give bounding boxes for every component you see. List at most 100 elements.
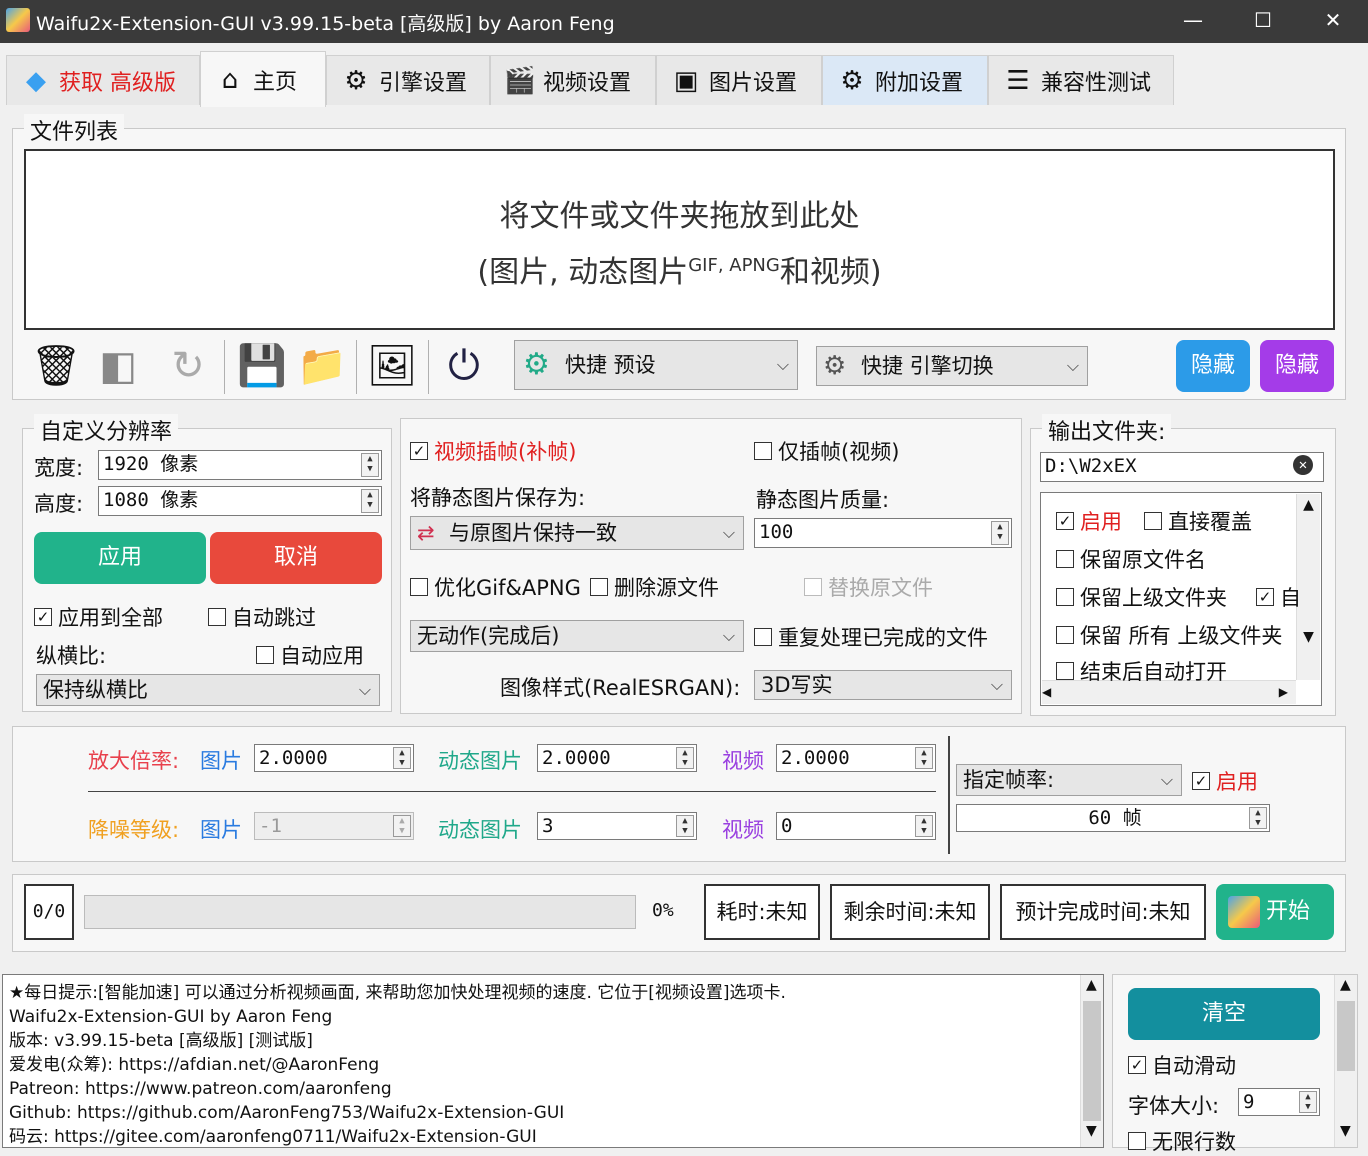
apply-button[interactable]: 应用 [34, 532, 206, 584]
font-size-spinbox[interactable]: 9 ▲ ▼ [1238, 1088, 1320, 1116]
minimize-button[interactable]: — [1158, 0, 1228, 43]
keep-parent-checkbox[interactable]: 保留上级文件夹 [1056, 582, 1227, 612]
power-monitor-icon[interactable]: ⏻ [438, 339, 490, 393]
auto-apply-checkbox[interactable]: 自动应用 [256, 640, 364, 670]
elapsed-time: 耗时:未知 [704, 884, 820, 940]
output-path-input[interactable]: D:\W2xEX ✕ [1040, 452, 1324, 482]
title-bar: Waifu2x-Extension-GUI v3.99.15-beta [高级版… [0, 0, 1368, 43]
scale-image-spinbox[interactable]: 2.0000 ▲ ▼ [254, 744, 414, 772]
scale-video-label: 视频 [722, 749, 764, 773]
file-drop-area[interactable]: 将文件或文件夹拖放到此处 (图片, 动态图片GIF, APNG和视频) [24, 149, 1335, 330]
side-scrollbar[interactable]: ▲ ▼ [1334, 975, 1357, 1147]
spin-arrows[interactable]: ▲ ▼ [393, 747, 411, 769]
scale-gif-label: 动态图片 [438, 749, 522, 773]
noise-label: 降噪等级: [88, 818, 180, 842]
log-line: 爱发电(众筹): https://afdian.net/@AaronFeng [9, 1055, 380, 1075]
after-action-dropdown[interactable]: 无动作(完成后) ⌵ [410, 620, 744, 652]
tab-get-premium[interactable]: ◆ 获取 高级版 [6, 55, 200, 105]
remove-file-icon[interactable]: 🗑 [30, 339, 82, 393]
noise-image-spinbox: -1 ▲ ▼ [254, 812, 414, 840]
spin-arrows: ▲ ▼ [393, 815, 411, 837]
divider [88, 791, 936, 792]
swap-icon: ⇄ [417, 521, 435, 545]
spin-arrows[interactable]: ▲ ▼ [1299, 1091, 1317, 1113]
picture-icon: ▣ [673, 65, 699, 96]
keep-parent-extra-checkbox[interactable]: ✓ 自 [1256, 582, 1301, 612]
spin-arrows[interactable]: ▲ ▼ [676, 747, 694, 769]
log-output[interactable]: ★每日提示:[智能加速] 可以通过分析视频画面, 来帮助您加快处理视频的速度. … [2, 974, 1104, 1148]
log-scrollbar[interactable]: ▲ ▼ [1080, 975, 1103, 1147]
tab-video-settings[interactable]: 🎬 视频设置 [490, 55, 656, 105]
width-spinbox[interactable]: 1920 像素 ▲ ▼ [98, 450, 382, 480]
clear-path-icon[interactable]: ✕ [1293, 455, 1313, 475]
progress-bar [84, 895, 636, 929]
spin-arrows[interactable]: ▲ ▼ [915, 815, 933, 837]
engine-gear-icon: ⚙ [823, 351, 847, 381]
reprocess-checkbox[interactable]: 重复处理已完成的文件 [754, 622, 988, 652]
gear-icon: ⚙ [840, 65, 864, 96]
keep-all-parent-checkbox[interactable]: 保留 所有 上级文件夹 [1056, 620, 1296, 650]
engine-gear-icon: ⚙ [344, 65, 368, 96]
vertical-divider [948, 736, 950, 854]
close-button[interactable]: ✕ [1298, 0, 1368, 43]
hide-button-purple[interactable]: 隐藏 [1260, 340, 1334, 392]
aspect-dropdown[interactable]: 保持纵横比 ⌵ [36, 674, 380, 706]
tab-image-settings[interactable]: ▣ 图片设置 [656, 55, 822, 105]
spin-arrows[interactable]: ▲ ▼ [991, 521, 1009, 545]
save-as-dropdown[interactable]: ⇄ 与原图片保持一致 ⌵ [410, 516, 744, 550]
save-list-icon[interactable]: 💾 [236, 339, 288, 393]
height-spinbox[interactable]: 1080 像素 ▲ ▼ [98, 486, 382, 516]
spin-arrows[interactable]: ▲ ▼ [915, 747, 933, 769]
tab-home[interactable]: ⌂ 主页 [200, 51, 326, 107]
tab-additional-settings[interactable]: ⚙ 附加设置 [822, 55, 988, 105]
log-line: Github: https://github.com/AaronFeng753/… [9, 1103, 565, 1123]
tab-compatibility-test[interactable]: ☰ 兼容性测试 [988, 55, 1174, 105]
apply-all-checkbox[interactable]: ✓ 应用到全部 [34, 602, 163, 632]
auto-skip-checkbox[interactable]: 自动跳过 [208, 602, 316, 632]
optimize-gif-checkbox[interactable]: 优化Gif&APNG [410, 572, 581, 602]
aspect-label: 纵横比: [36, 644, 107, 668]
maximize-button[interactable]: ☐ [1228, 0, 1298, 43]
output-enable-checkbox[interactable]: ✓ 启用 [1056, 506, 1122, 536]
fps-spinbox[interactable]: 60 帧 ▲ ▼ [956, 804, 1270, 832]
auto-scroll-checkbox[interactable]: ✓ 自动滑动 [1128, 1050, 1236, 1080]
start-button[interactable]: 开始 [1216, 884, 1334, 940]
fps-enable-checkbox[interactable]: ✓ 启用 [1192, 766, 1258, 796]
tab-engine-settings[interactable]: ⚙ 引擎设置 [326, 55, 490, 105]
hide-button-blue[interactable]: 隐藏 [1176, 340, 1250, 392]
spin-arrows[interactable]: ▲ ▼ [676, 815, 694, 837]
image-style-dropdown[interactable]: 3D写实 ⌵ [754, 670, 1012, 700]
log-line: 码云: https://gitee.com/aaronfeng0711/Waif… [9, 1127, 537, 1147]
window-title: Waifu2x-Extension-GUI v3.99.15-beta [高级版… [36, 13, 615, 35]
scale-gif-spinbox[interactable]: 2.0000 ▲ ▼ [537, 744, 697, 772]
noise-video-spinbox[interactable]: 0 ▲ ▼ [776, 812, 936, 840]
refresh-icon[interactable]: ↻ [162, 339, 214, 393]
quality-spinbox[interactable]: 100 ▲ ▼ [754, 518, 1012, 548]
scale-video-spinbox[interactable]: 2.0000 ▲ ▼ [776, 744, 936, 772]
infinite-lines-checkbox[interactable]: 无限行数 [1128, 1126, 1236, 1156]
cancel-button[interactable]: 取消 [210, 532, 382, 584]
clear-log-button[interactable]: 清空 [1128, 988, 1320, 1040]
noise-gif-spinbox[interactable]: 3 ▲ ▼ [537, 812, 697, 840]
noise-gif-label: 动态图片 [438, 818, 522, 842]
noise-image-label: 图片 [200, 818, 242, 842]
spin-arrows[interactable]: ▲ ▼ [361, 453, 379, 477]
fps-dropdown[interactable]: 指定帧率: ⌵ [956, 764, 1182, 796]
spin-arrows[interactable]: ▲ ▼ [1249, 807, 1267, 829]
auto-open-checkbox[interactable]: 结束后自动打开 [1056, 656, 1227, 686]
interp-only-checkbox[interactable]: 仅插帧(视频) [754, 436, 899, 466]
height-label: 高度: [34, 492, 84, 516]
frame-interpolation-checkbox[interactable]: ✓ 视频插帧(补帧) [410, 436, 576, 466]
keep-name-checkbox[interactable]: 保留原文件名 [1056, 544, 1206, 574]
clear-list-icon[interactable]: ◧ [92, 339, 144, 393]
add-image-icon[interactable]: 🖼 [366, 339, 418, 393]
file-count: 0/0 [24, 884, 74, 940]
overwrite-checkbox[interactable]: 直接覆盖 [1144, 506, 1252, 536]
delete-source-checkbox[interactable]: 删除源文件 [590, 572, 719, 602]
preset-dropdown[interactable]: ⚙ 快捷 预设 ⌵ [514, 340, 798, 390]
spin-arrows[interactable]: ▲ ▼ [361, 489, 379, 513]
engine-switch-dropdown[interactable]: ⚙ 快捷 引擎切换 ⌵ [816, 346, 1088, 386]
noise-video-label: 视频 [722, 818, 764, 842]
font-size-label: 字体大小: [1128, 1094, 1220, 1118]
open-folder-icon[interactable]: 📁 [296, 339, 348, 393]
